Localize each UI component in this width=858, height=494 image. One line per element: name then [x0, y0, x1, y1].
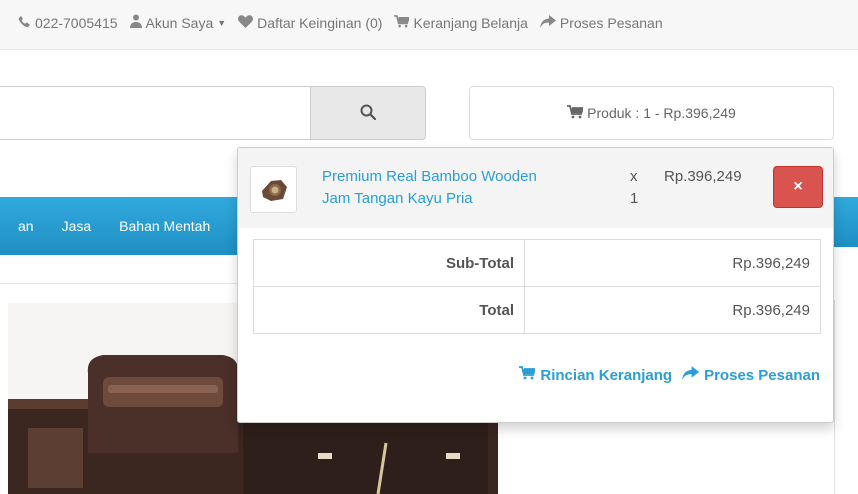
- cart-icon: [567, 104, 585, 122]
- cart-link[interactable]: Keranjang Belanja: [394, 14, 528, 31]
- cart-item-multiplier: x: [630, 168, 638, 185]
- phone-link[interactable]: 022-7005415: [18, 15, 118, 31]
- nav-item-bahan-mentah[interactable]: Bahan Mentah: [119, 218, 210, 234]
- subtotal-label: Sub-Total: [253, 239, 525, 287]
- table-row: Total Rp.396,249: [253, 286, 821, 334]
- wishlist-link[interactable]: Daftar Keinginan (0): [238, 15, 382, 31]
- search-button[interactable]: [310, 86, 426, 140]
- cart-dropdown: Premium Real Bamboo Wooden Jam Tangan Ka…: [237, 147, 834, 423]
- user-icon: [129, 14, 142, 31]
- cart-item-row: Premium Real Bamboo Wooden Jam Tangan Ka…: [238, 148, 833, 228]
- top-bar: 022-7005415 Akun Saya ▼ Daftar Keinginan…: [0, 0, 858, 50]
- search-input[interactable]: [0, 86, 310, 140]
- share-icon: [539, 14, 556, 31]
- cart-item-name-line2[interactable]: Jam Tangan Kayu Pria: [322, 188, 592, 210]
- cart-summary-button[interactable]: Produk : 1 - Rp.396,249: [469, 86, 834, 140]
- subtotal-value: Rp.396,249: [524, 239, 821, 287]
- cart-item-thumbnail[interactable]: [250, 166, 297, 213]
- wishlist-label: Daftar Keinginan (0): [257, 14, 383, 31]
- checkout-link-label: Proses Pesanan: [559, 14, 663, 31]
- cart-dropdown-actions: Rincian Keranjang Proses Pesanan: [519, 366, 820, 384]
- divider: [0, 283, 238, 284]
- cart-item-quantity: 1: [630, 190, 639, 207]
- top-links: 022-7005415 Akun Saya ▼ Daftar Keinginan…: [18, 14, 675, 31]
- account-dropdown[interactable]: Akun Saya ▼: [129, 14, 227, 31]
- phone-number: 022-7005415: [35, 14, 118, 31]
- account-label: Akun Saya: [145, 14, 214, 31]
- cart-item-price: Rp.396,249: [664, 168, 742, 185]
- view-cart-link[interactable]: Rincian Keranjang: [519, 366, 672, 384]
- total-value: Rp.396,249: [524, 286, 821, 334]
- view-cart-label: Rincian Keranjang: [540, 366, 673, 384]
- main-nav-edge: [834, 197, 858, 247]
- chevron-down-icon: ▼: [217, 17, 227, 28]
- cart-item-name-line1[interactable]: Premium Real Bamboo Wooden: [322, 166, 592, 188]
- cart-link-label: Keranjang Belanja: [413, 14, 528, 31]
- cart-summary-label: Produk : 1 - Rp.396,249: [587, 105, 736, 121]
- total-label: Total: [253, 286, 525, 334]
- divider: [834, 300, 835, 494]
- cart-icon: [394, 14, 411, 31]
- checkout-link[interactable]: Proses Pesanan: [682, 366, 820, 384]
- share-icon: [682, 366, 700, 384]
- nav-item[interactable]: an: [18, 218, 34, 234]
- heart-icon: [238, 14, 254, 31]
- nav-item-jasa[interactable]: Jasa: [62, 218, 92, 234]
- table-row: Sub-Total Rp.396,249: [253, 239, 821, 287]
- close-icon: ×: [793, 178, 803, 195]
- cart-totals-table: Sub-Total Rp.396,249 Total Rp.396,249: [253, 239, 821, 334]
- cart-icon: [519, 366, 537, 384]
- search-icon: [360, 104, 377, 123]
- phone-icon: [18, 15, 31, 31]
- checkout-label: Proses Pesanan: [704, 366, 820, 384]
- nav-items: an Jasa Bahan Mentah: [18, 218, 210, 234]
- cart-item-name[interactable]: Premium Real Bamboo Wooden Jam Tangan Ka…: [322, 166, 592, 210]
- remove-item-button[interactable]: ×: [773, 166, 823, 208]
- checkout-link[interactable]: Proses Pesanan: [539, 14, 663, 31]
